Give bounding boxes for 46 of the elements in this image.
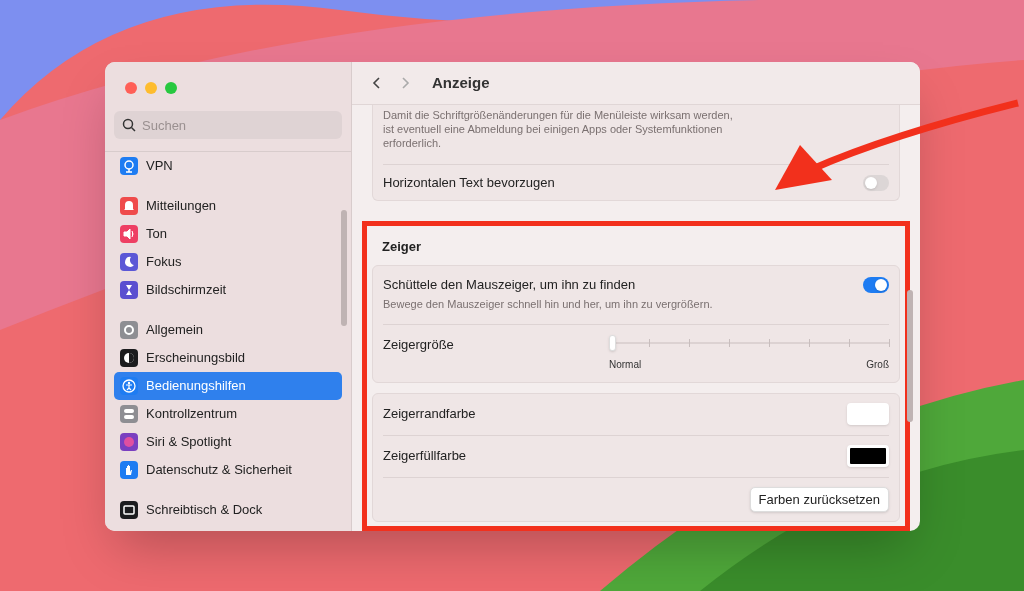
sidebar-item[interactable]: Kontrollzentrum	[114, 400, 342, 428]
hourglass-icon	[120, 281, 138, 299]
moon-icon	[120, 253, 138, 271]
close-button[interactable]	[125, 82, 137, 94]
speaker-icon	[120, 225, 138, 243]
orb-icon	[120, 433, 138, 451]
color-swatch[interactable]	[847, 445, 889, 467]
sidebar-item[interactable]: Siri & Spotlight	[114, 428, 342, 456]
bell-icon	[120, 197, 138, 215]
sidebar-item[interactable]: Schreibtisch & Dock	[114, 496, 342, 524]
sidebar-item[interactable]: VPN	[114, 152, 342, 180]
sidebar-item[interactable]: Erscheinungsbild	[114, 344, 342, 372]
dock-icon	[120, 501, 138, 519]
slider-thumb[interactable]	[609, 334, 616, 351]
setting-label: Horizontalen Text bevorzugen	[383, 173, 555, 192]
sidebar-item[interactable]: Allgemein	[114, 316, 342, 344]
minimize-button[interactable]	[145, 82, 157, 94]
search-field[interactable]: Suchen	[114, 111, 342, 139]
window-title: Anzeige	[432, 72, 490, 93]
sidebar-item[interactable]: Bedienungshilfen	[114, 372, 342, 400]
slider-max-label: Groß	[866, 357, 889, 372]
hand-icon	[120, 461, 138, 479]
section-title: Zeiger	[381, 238, 422, 256]
zoom-button[interactable]	[165, 82, 177, 94]
person-icon	[120, 377, 138, 395]
note-text: Damit die Schriftgrößenänderungen für die Menüleiste wirksam werden, ist eventuell eine Abmeldung bei einigen Apps oder Systemfunktionen erforderlich.	[383, 108, 734, 151]
color-swatch[interactable]	[847, 403, 889, 425]
setting-label: Zeigerrandfarbe	[383, 405, 476, 424]
sidebar-item[interactable]: Fokus	[114, 248, 342, 276]
setting-label: Zeigerfüllfarbe	[383, 447, 467, 466]
gear-icon	[120, 321, 138, 339]
setting-description: Bewege den Mauszeiger schnell hin und her, um ihn zu vergrößern.	[383, 297, 713, 312]
search-icon	[122, 118, 136, 132]
sidebar-item[interactable]: Ton	[114, 220, 342, 248]
globe-icon	[120, 157, 138, 175]
setting-label: Zeigergröße	[383, 335, 454, 354]
sidebar-item[interactable]: Bildschirmzeit	[114, 276, 342, 304]
toggle-switch[interactable]	[863, 276, 889, 293]
slider-track[interactable]	[609, 334, 889, 351]
setting-label: Schüttele den Mauszeiger, um ihn zu finden	[383, 275, 637, 294]
sidebar-item[interactable]: Datenschutz & Sicherheit	[114, 456, 342, 484]
reset-colors-button[interactable]: Farben zurücksetzen	[749, 486, 889, 512]
toggle-switch[interactable]	[863, 174, 889, 191]
sidebar-item[interactable]: Mitteilungen	[114, 192, 342, 220]
slider-min-label: Normal	[609, 357, 642, 372]
toggles-icon	[120, 405, 138, 423]
